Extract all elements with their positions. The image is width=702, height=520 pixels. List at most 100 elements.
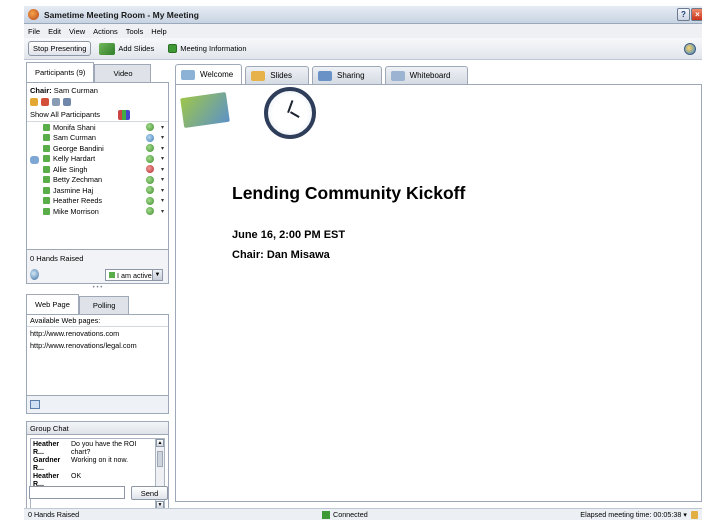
main-tabs: Welcome Slides Sharing Whiteboard bbox=[175, 64, 702, 84]
tab-whiteboard[interactable]: Whiteboard bbox=[384, 66, 468, 84]
lock-icon[interactable] bbox=[691, 510, 698, 519]
chevron-down-icon[interactable]: ▾ bbox=[161, 166, 164, 173]
web-url-link[interactable]: http://www.renovations.com bbox=[27, 327, 168, 339]
scroll-thumb[interactable] bbox=[157, 451, 163, 467]
participant-row[interactable]: Allie Singh ▾ bbox=[27, 164, 168, 175]
participant-icon bbox=[43, 144, 50, 152]
send-button[interactable]: Send bbox=[131, 486, 168, 500]
meeting-information-icon[interactable] bbox=[168, 44, 178, 53]
chevron-down-icon[interactable]: ▾ bbox=[161, 134, 164, 141]
close-window-button[interactable]: × bbox=[691, 8, 702, 21]
pencil-icon[interactable] bbox=[52, 98, 60, 106]
meeting-information-button[interactable]: Meeting Information bbox=[180, 44, 246, 53]
web-pages-panel: Available Web pages: http://www.renovati… bbox=[26, 314, 169, 396]
chevron-down-icon[interactable]: ▾ bbox=[161, 155, 164, 162]
calendar-icon bbox=[180, 91, 230, 129]
raised-hand-icon bbox=[30, 155, 39, 164]
elapsed-time-label: Elapsed meeting time: 00:05:38 bbox=[580, 510, 682, 519]
status-icon[interactable] bbox=[146, 123, 154, 132]
panel-splitter[interactable]: • • • bbox=[26, 284, 169, 294]
welcome-icon bbox=[181, 69, 195, 80]
menu-actions[interactable]: Actions bbox=[93, 27, 118, 36]
participant-row[interactable]: Heather Reeds ▾ bbox=[27, 196, 168, 207]
add-slides-icon[interactable] bbox=[99, 42, 116, 55]
hand-raise-icon[interactable] bbox=[30, 98, 38, 106]
add-slides-button[interactable]: Add Slides bbox=[118, 44, 154, 53]
welcome-banner bbox=[180, 87, 380, 139]
scroll-up-icon[interactable]: ▲ bbox=[156, 439, 164, 447]
participant-row[interactable]: George Bandini ▾ bbox=[27, 143, 168, 154]
chat-message: Heather R... Do you have the ROI chart? bbox=[31, 441, 164, 457]
tab-slides-label: Slides bbox=[270, 71, 292, 80]
people-icon[interactable] bbox=[118, 109, 131, 120]
status-icon[interactable] bbox=[146, 144, 154, 153]
participant-icon bbox=[43, 176, 50, 184]
menu-edit[interactable]: Edit bbox=[48, 27, 61, 36]
menu-help[interactable]: Help bbox=[151, 27, 166, 36]
tab-polling[interactable]: Polling bbox=[78, 296, 130, 314]
toolbar: Stop Presenting Add Slides Meeting Infor… bbox=[24, 38, 702, 60]
web-url-link[interactable]: http://www.renovations/legal.com bbox=[27, 339, 168, 351]
participant-icon bbox=[43, 207, 50, 215]
globe-status-icon[interactable] bbox=[684, 43, 696, 55]
sametime-app-icon bbox=[28, 9, 39, 20]
status-icon[interactable] bbox=[146, 207, 154, 216]
participant-row[interactable]: Mike Morrison ▾ bbox=[27, 206, 168, 217]
menu-file[interactable]: File bbox=[28, 27, 40, 36]
meeting-date: June 16, 2:00 PM EST bbox=[232, 229, 346, 241]
chevron-down-icon[interactable]: ▾ bbox=[161, 145, 164, 152]
group-chat-header: Group Chat bbox=[26, 421, 169, 435]
status-icon[interactable] bbox=[146, 186, 154, 195]
meeting-chair: Chair: Dan Misawa bbox=[232, 249, 330, 261]
meeting-title: Lending Community Kickoff bbox=[232, 183, 466, 203]
participant-row[interactable]: Kelly Hardart ▾ bbox=[27, 154, 168, 165]
status-icon[interactable] bbox=[146, 175, 154, 184]
tab-slides[interactable]: Slides bbox=[245, 66, 309, 84]
active-status-icon bbox=[109, 272, 115, 278]
bell-icon[interactable] bbox=[63, 98, 71, 106]
menu-tools[interactable]: Tools bbox=[126, 27, 144, 36]
stop-presenting-button[interactable]: Stop Presenting bbox=[28, 41, 92, 56]
participant-row[interactable]: Monifa Shani ▾ bbox=[27, 122, 168, 133]
menu-view[interactable]: View bbox=[69, 27, 85, 36]
participant-icon bbox=[43, 197, 50, 205]
chevron-down-icon[interactable]: ▾ bbox=[161, 176, 164, 183]
status-bar: 0 Hands Raised Connected Elapsed meeting… bbox=[24, 508, 702, 520]
status-icon[interactable] bbox=[146, 196, 154, 205]
activity-select[interactable]: I am active ▼ bbox=[105, 269, 163, 281]
show-all-participants-label[interactable]: Show All Participants bbox=[30, 110, 100, 119]
chat-input[interactable] bbox=[29, 486, 125, 499]
status-icon[interactable] bbox=[146, 154, 154, 163]
chevron-down-icon[interactable]: ▾ bbox=[683, 510, 687, 519]
chevron-down-icon[interactable]: ▾ bbox=[161, 197, 164, 204]
participant-name: Betty Zechman bbox=[53, 175, 103, 185]
open-web-page-icon[interactable] bbox=[30, 400, 40, 409]
tab-web-page[interactable]: Web Page bbox=[26, 294, 79, 314]
mute-icon[interactable] bbox=[41, 98, 49, 106]
connection-status: Connected bbox=[322, 510, 368, 519]
chair-name: Sam Curman bbox=[53, 86, 98, 95]
status-hands-raised: 0 Hands Raised bbox=[28, 510, 80, 519]
participant-row[interactable]: Jasmine Haj ▾ bbox=[27, 185, 168, 196]
tab-sharing[interactable]: Sharing bbox=[312, 66, 382, 84]
status-icon[interactable] bbox=[146, 133, 154, 142]
chevron-down-icon[interactable]: ▾ bbox=[161, 124, 164, 131]
left-panel: Participants (9) Video Chair: Sam Curman… bbox=[26, 62, 169, 515]
participant-name: Monifa Shani bbox=[53, 122, 96, 132]
participant-name: Mike Morrison bbox=[53, 206, 99, 216]
participant-row[interactable]: Betty Zechman ▾ bbox=[27, 175, 168, 186]
tab-participants[interactable]: Participants (9) bbox=[26, 62, 95, 82]
participants-tabs: Participants (9) Video bbox=[26, 62, 169, 82]
chevron-down-icon[interactable]: ▾ bbox=[161, 187, 164, 194]
chevron-down-icon[interactable]: ▾ bbox=[161, 208, 164, 215]
status-icon[interactable] bbox=[146, 165, 154, 174]
sharing-icon bbox=[318, 70, 332, 81]
tab-welcome[interactable]: Welcome bbox=[175, 64, 243, 84]
chevron-down-icon[interactable]: ▼ bbox=[152, 270, 162, 280]
elapsed-time[interactable]: Elapsed meeting time: 00:05:38 ▾ bbox=[580, 510, 698, 519]
participant-row[interactable]: Sam Curman ▾ bbox=[27, 133, 168, 144]
tab-video[interactable]: Video bbox=[94, 64, 152, 82]
help-window-button[interactable]: ? bbox=[677, 8, 690, 21]
participant-name: Sam Curman bbox=[53, 133, 96, 143]
participant-rows: Monifa Shani ▾ Sam Curman ▾ George Bandini ▾ K… bbox=[27, 122, 168, 217]
